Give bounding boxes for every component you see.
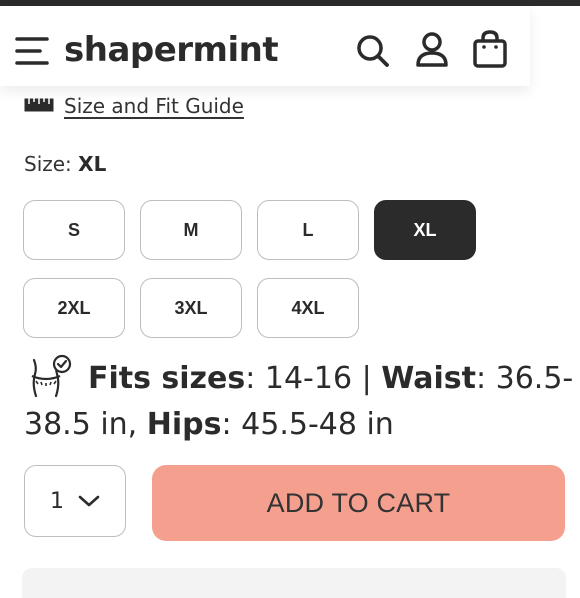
size-option-4xl[interactable]: 4XL [257,278,359,338]
size-guide-link[interactable]: Size and Fit Guide [64,94,244,118]
size-label-text: Size: [24,152,72,176]
hips-value: : 45.5-48 in [221,407,394,442]
size-option-s[interactable]: S [23,200,125,260]
shopping-bag-icon[interactable] [471,29,509,71]
fit-info-line-2: 38.5 in, Hips: 45.5-48 in [24,402,574,448]
body-measure-icon [26,354,72,398]
quantity-select[interactable]: 1 [24,465,126,537]
ruler-icon [24,97,54,116]
chevron-down-icon [78,495,100,507]
waist-label: Waist [381,361,476,396]
waist-value-cont: 38.5 in, [24,407,147,442]
hips-label: Hips [146,407,222,442]
next-section-panel [22,568,566,598]
search-icon[interactable] [354,29,392,71]
size-label: Size: XL [24,152,106,176]
brand-logo[interactable]: shapermint [64,28,279,72]
site-header: shapermint [0,6,530,86]
fits-sizes-value: : 14-16 | [245,361,382,396]
fit-info: Fits sizes: 14-16 | Waist: 36.5- 38.5 in… [24,354,574,448]
size-option-3xl[interactable]: 3XL [140,278,242,338]
fits-sizes-label: Fits sizes [88,361,246,396]
size-option-l[interactable]: L [257,200,359,260]
menu-icon[interactable] [14,33,54,69]
selected-size-value: XL [78,152,107,176]
account-icon[interactable] [413,29,451,71]
size-option-xl[interactable]: XL [374,200,476,260]
quantity-value: 1 [50,488,64,514]
size-guide-row: Size and Fit Guide [24,93,244,119]
waist-value: : 36.5- [475,361,574,396]
add-to-cart-button[interactable]: ADD TO CART [152,465,565,541]
brand-logo-text: shapermint [64,30,279,70]
fit-info-line-1: Fits sizes: 14-16 | Waist: 36.5- [24,354,574,402]
add-to-cart-label: ADD TO CART [266,487,451,518]
size-option-2xl[interactable]: 2XL [23,278,125,338]
size-option-m[interactable]: M [140,200,242,260]
